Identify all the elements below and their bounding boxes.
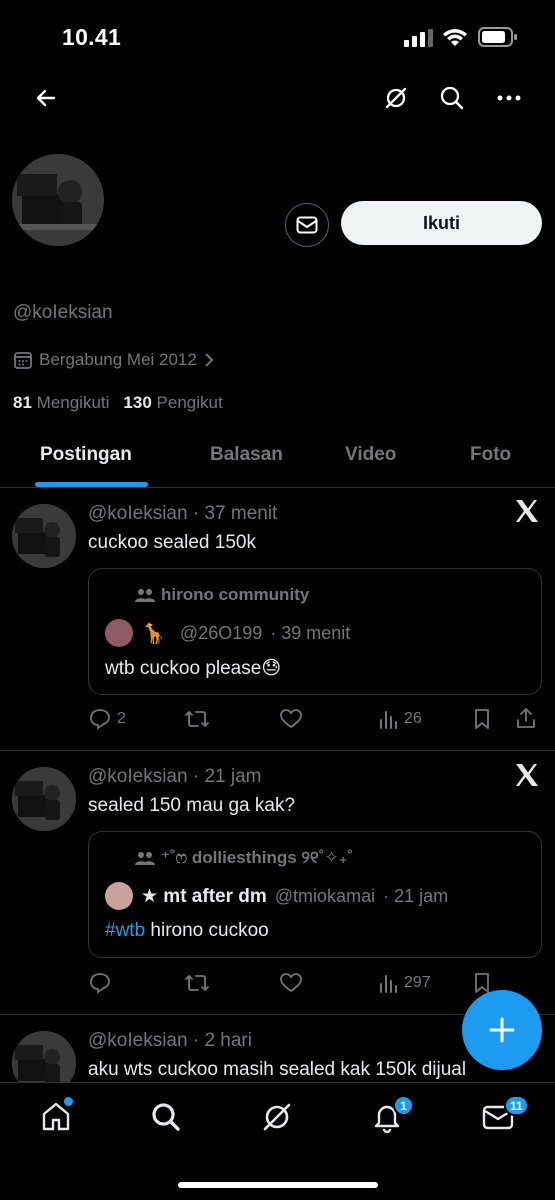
views-button[interactable]: 297 (378, 972, 431, 994)
x-logo-icon (514, 498, 540, 532)
joined-date[interactable]: Bergabung Mei 2012 (13, 350, 215, 370)
nav-notifications[interactable]: 1 (367, 1095, 414, 1137)
quoted-post[interactable]: ⁺˚ෆ dolliesthings ୨୧˚✧₊˚ ★ mt after dm @… (88, 831, 542, 958)
nav-messages[interactable]: 11 (478, 1095, 529, 1137)
bookmark-button[interactable] (472, 708, 492, 730)
community-icon (135, 852, 155, 865)
post-time[interactable]: · 37 menit (193, 503, 277, 524)
search-icon (152, 1103, 180, 1131)
reply-icon (90, 709, 110, 730)
repost-button[interactable] (184, 708, 210, 730)
repost-icon (185, 975, 209, 991)
heart-icon (280, 709, 302, 729)
quote-author-row: 🦒 @26O199 · 39 menit (105, 619, 350, 647)
home-indicator (178, 1182, 378, 1188)
battery-icon (478, 26, 518, 53)
share-icon (517, 708, 535, 728)
giraffe-emoji: 🦒 (141, 622, 166, 645)
hashtag-link[interactable]: #wtb (105, 920, 145, 941)
community-icon (135, 589, 155, 602)
post-avatar[interactable] (12, 767, 76, 831)
reply-button[interactable] (89, 972, 111, 994)
quote-community[interactable]: hirono community (135, 585, 309, 605)
quote-text: wtb cuckoo please😓 (105, 658, 282, 679)
nav-search[interactable] (146, 1097, 186, 1137)
post-time[interactable]: · 21 jam (193, 766, 262, 787)
calendar-icon (14, 352, 32, 369)
chevron-right-icon (205, 353, 214, 367)
repost-icon (185, 711, 209, 727)
x-logo-icon (514, 762, 540, 796)
views-icon (380, 975, 397, 993)
grok-icon (263, 1103, 291, 1131)
reply-icon (90, 973, 110, 994)
post-handle[interactable]: @koIeksian (88, 766, 188, 787)
bookmark-icon (475, 973, 489, 993)
repost-button[interactable] (184, 972, 210, 994)
grok-icon[interactable] (382, 84, 410, 112)
quote-name: ★ mt after dm (141, 885, 267, 907)
reply-button[interactable]: 2 (89, 708, 126, 730)
message-button[interactable] (285, 203, 329, 247)
tab-postingan[interactable]: Postingan (40, 444, 132, 466)
wifi-icon (442, 27, 468, 52)
home-dot (64, 1097, 73, 1106)
post-avatar[interactable] (12, 504, 76, 568)
follow-counts: 81 Mengikuti 130 Pengikut (13, 393, 223, 413)
post-text: sealed 150 mau ga kak? (88, 795, 296, 816)
tab-balasan[interactable]: Balasan (210, 444, 283, 466)
bookmark-icon (475, 709, 489, 729)
quote-handle: @tmiokamai (274, 885, 376, 906)
post-header: @koIeksian · 37 menit (88, 503, 277, 525)
quote-community[interactable]: ⁺˚ෆ dolliesthings ୨୧˚✧₊˚ (135, 848, 353, 868)
back-arrow-icon[interactable] (32, 84, 60, 112)
post-header: @koIeksian · 21 jam (88, 766, 261, 788)
post-handle[interactable]: @koIeksian (88, 1030, 188, 1051)
quote-time: · 21 jam (383, 885, 449, 906)
notifications-badge: 1 (393, 1095, 414, 1116)
quote-avatar (105, 882, 133, 910)
mail-icon (296, 216, 318, 234)
following-count[interactable]: 81 Mengikuti (13, 393, 109, 413)
post-text: aku wts cuckoo masih sealed kak 150k dij… (88, 1059, 467, 1080)
post-time[interactable]: · 2 hari (193, 1030, 252, 1051)
quote-handle: @26O199 (179, 622, 263, 643)
nav-grok[interactable] (257, 1097, 297, 1137)
like-button[interactable] (280, 708, 302, 730)
quote-text: #wtb hirono cuckoo (105, 920, 269, 941)
quote-time: · 39 menit (270, 622, 351, 643)
profile-handle: @koIeksian (13, 302, 113, 323)
signal-icon (404, 29, 434, 52)
post-handle[interactable]: @koIeksian (88, 503, 188, 524)
heart-icon (280, 973, 302, 993)
post-divider (0, 750, 555, 751)
more-icon[interactable] (495, 84, 523, 112)
bookmark-button[interactable] (472, 972, 492, 994)
follow-button[interactable]: Ikuti (341, 201, 542, 245)
views-icon (380, 711, 397, 729)
tab-foto[interactable]: Foto (470, 444, 511, 466)
status-time: 10.41 (62, 24, 122, 50)
messages-badge: 11 (504, 1095, 529, 1116)
views-button[interactable]: 26 (378, 708, 422, 730)
like-button[interactable] (280, 972, 302, 994)
plus-icon (489, 1017, 515, 1043)
joined-label: Bergabung Mei 2012 (39, 350, 197, 369)
share-button[interactable] (515, 706, 537, 730)
nav-home[interactable] (36, 1097, 76, 1137)
compose-button[interactable] (462, 990, 542, 1070)
post-text: cuckoo sealed 150k (88, 532, 256, 553)
search-icon[interactable] (438, 84, 466, 112)
post-header: @koIeksian · 2 hari (88, 1030, 252, 1052)
tabs-divider (0, 487, 555, 488)
quote-author-row: ★ mt after dm @tmiokamai · 21 jam (105, 882, 448, 910)
quote-avatar (105, 619, 133, 647)
tab-video[interactable]: Video (345, 444, 396, 466)
quoted-post[interactable]: hirono community 🦒 @26O199 · 39 menit wt… (88, 568, 542, 695)
followers-count[interactable]: 130 Pengikut (123, 393, 222, 413)
profile-avatar[interactable] (12, 154, 104, 246)
